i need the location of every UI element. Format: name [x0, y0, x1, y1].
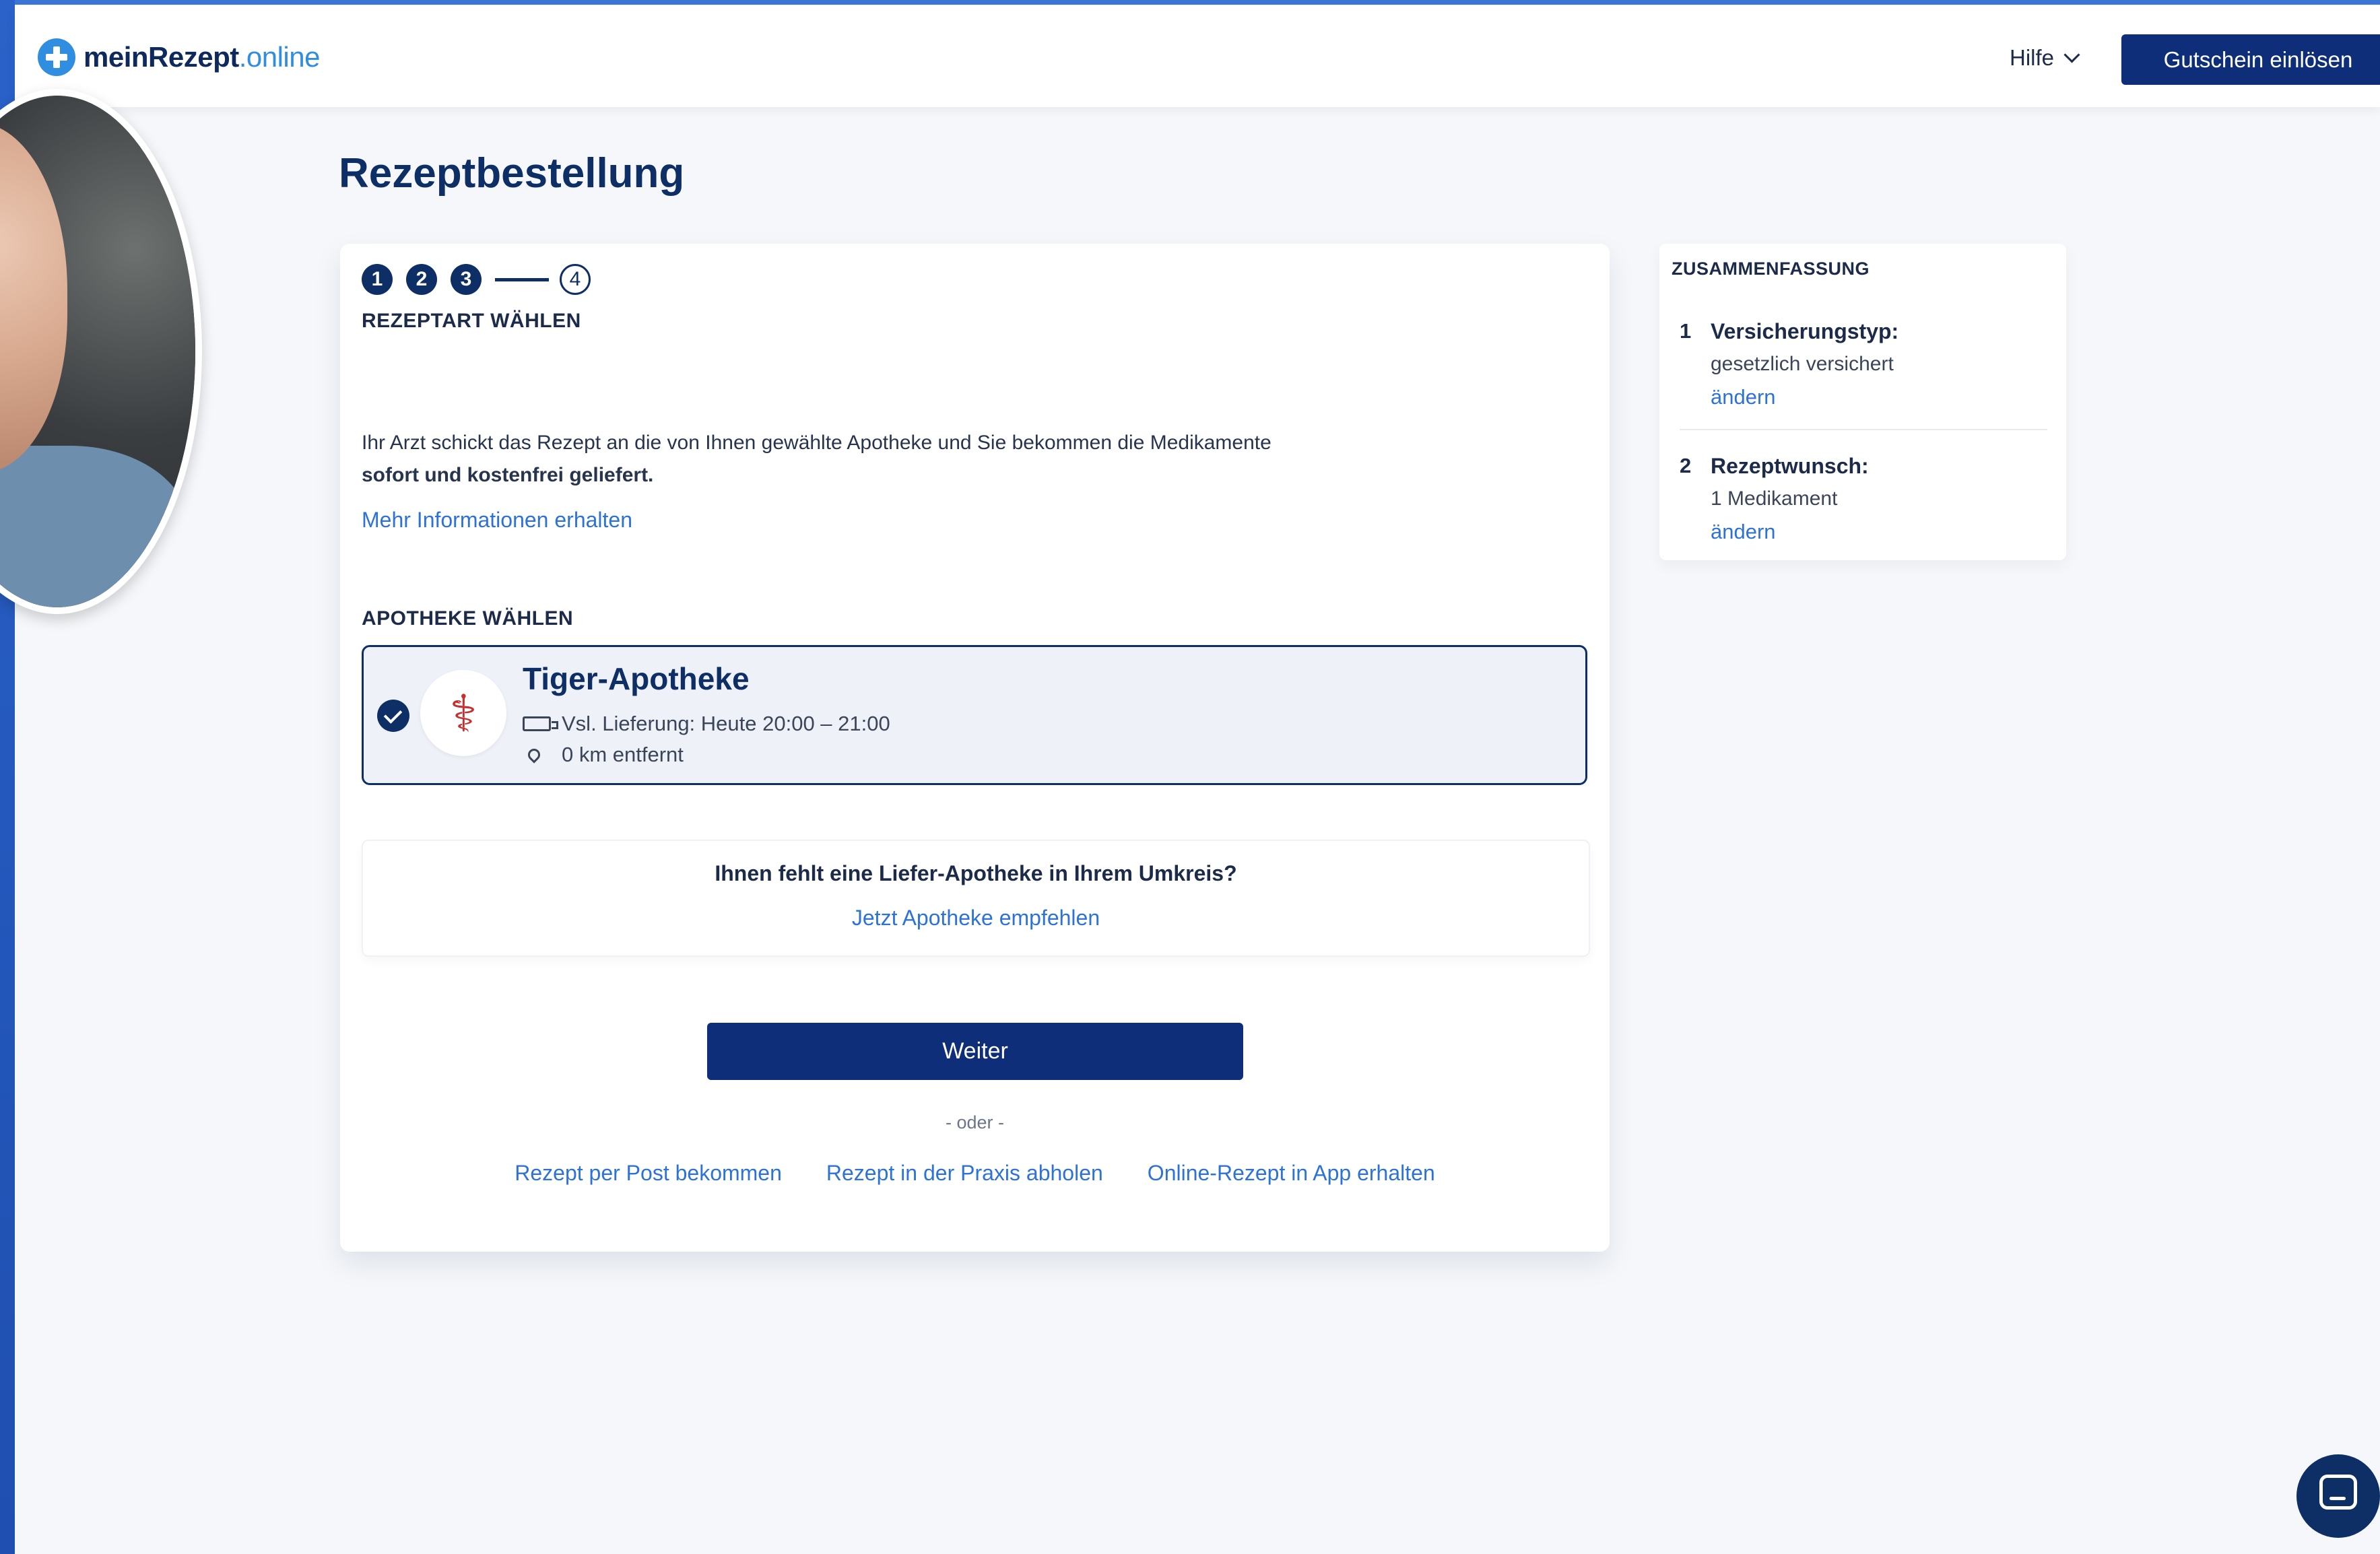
site-logo[interactable]: meinRezept.online — [38, 38, 320, 76]
delivery-row: Vsl. Lieferung: Heute 20:00 – 21:00 — [523, 712, 890, 736]
missing-pharmacy-box: Ihnen fehlt eine Liefer-Apotheke in Ihre… — [362, 840, 1590, 957]
step-connector — [495, 277, 549, 281]
chat-launcher-button[interactable] — [2296, 1454, 2380, 1538]
user-video-avatar — [0, 89, 202, 614]
info-bold: sofort und kostenfrei geliefert. — [362, 464, 654, 486]
step-2-done: 2 — [406, 264, 437, 295]
window-top-border — [0, 0, 2380, 5]
chat-bubble-icon — [2319, 1475, 2357, 1510]
pharmacy-caduceus-icon: ⚕ — [420, 670, 506, 756]
or-separator: - oder - — [945, 1112, 1005, 1133]
summary-item-heading: Versicherungstyp: — [1711, 319, 1899, 343]
pharmacy-option-selected[interactable]: ⚕ Tiger-Apotheke Vsl. Lieferung: Heute 2… — [362, 645, 1587, 785]
order-card: 1 2 3 4 REZEPTART WÄHLEN Ihr Arzt schick… — [340, 244, 1610, 1252]
chevron-down-icon — [2063, 46, 2080, 63]
step-label: REZEPTART WÄHLEN — [362, 310, 581, 332]
change-prescription-link[interactable]: ändern — [1711, 520, 1776, 544]
help-label: Hilfe — [2010, 45, 2055, 70]
logo-wordmark: meinRezept.online — [84, 41, 320, 73]
step-3-done: 3 — [451, 264, 482, 295]
change-insurance-link[interactable]: ändern — [1711, 385, 1776, 409]
plus-cross-icon — [38, 38, 75, 76]
summary-title: ZUSAMMENFASSUNG — [1672, 259, 1870, 279]
practice-pickup-link[interactable]: Rezept in der Praxis abholen — [826, 1161, 1103, 1186]
step-1-done: 1 — [362, 264, 393, 295]
redeem-voucher-button[interactable]: Gutschein einlösen — [2121, 34, 2380, 85]
info-sentence: Ihr Arzt schickt das Rezept an die von I… — [362, 432, 1271, 454]
page-title: Rezeptbestellung — [339, 150, 685, 197]
summary-divider — [1680, 429, 2047, 430]
distance-row: 0 km entfernt — [523, 743, 684, 767]
missing-pharmacy-question: Ihnen fehlt eine Liefer-Apotheke in Ihre… — [715, 861, 1237, 885]
summary-item-value: 1 Medikament — [1711, 487, 1838, 510]
recommend-pharmacy-link[interactable]: Jetzt Apotheke empfehlen — [363, 906, 1589, 931]
alternative-options: Rezept per Post bekommen Rezept in der P… — [340, 1161, 1610, 1186]
pharmacy-name: Tiger-Apotheke — [523, 661, 750, 696]
top-header: meinRezept.online Hilfe Gutschein einlös… — [15, 5, 2380, 107]
summary-item-heading: Rezeptwunsch: — [1711, 454, 1869, 478]
step-indicator: 1 2 3 4 — [362, 264, 591, 295]
summary-item-number: 1 — [1680, 319, 1692, 343]
more-info-link[interactable]: Mehr Informationen erhalten — [362, 508, 632, 533]
pharmacy-section-label: APOTHEKE WÄHLEN — [362, 607, 574, 630]
truck-icon — [523, 716, 558, 731]
distance-text: 0 km entfernt — [562, 743, 684, 766]
map-pin-icon — [525, 746, 543, 764]
continue-button[interactable]: Weiter — [707, 1023, 1243, 1080]
step-4-current: 4 — [560, 264, 591, 295]
app-prescription-link[interactable]: Online-Rezept in App erhalten — [1148, 1161, 1435, 1186]
logo-tld-text: .online — [238, 41, 321, 73]
delivery-text: Vsl. Lieferung: Heute 20:00 – 21:00 — [562, 712, 890, 735]
help-menu[interactable]: Hilfe — [2010, 45, 2080, 71]
info-text: Ihr Arzt schickt das Rezept an die von I… — [362, 427, 1507, 492]
check-icon — [377, 700, 409, 732]
summary-item-number: 2 — [1680, 454, 1692, 477]
summary-item-value: gesetzlich versichert — [1711, 353, 1894, 375]
postal-prescription-link[interactable]: Rezept per Post bekommen — [515, 1161, 782, 1186]
summary-panel: ZUSAMMENFASSUNG 1 Versicherungstyp: gese… — [1659, 244, 2066, 560]
logo-main-text: meinRezept — [84, 41, 239, 73]
